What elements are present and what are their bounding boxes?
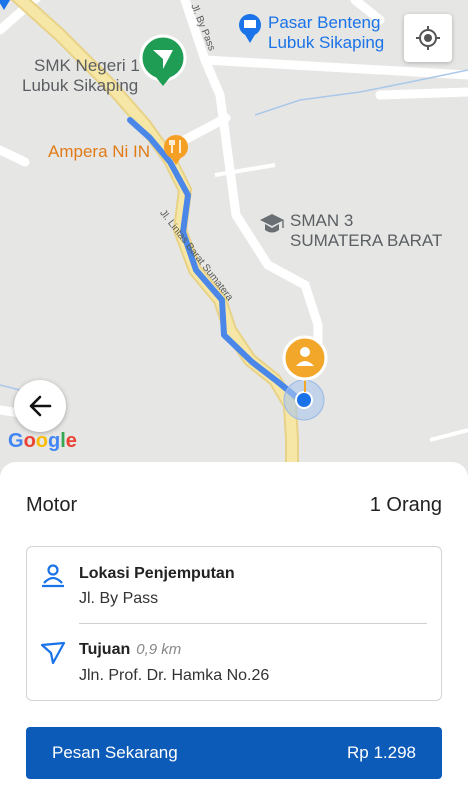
navigation-icon [40, 641, 66, 665]
destination-distance: 0,9 km [136, 641, 182, 658]
destination-address[interactable]: Jln. Prof. Dr. Hamka No.26 [79, 667, 269, 685]
poi-sman-3-area: SUMATERA BARAT [290, 231, 443, 250]
vehicle-row: Motor 1 Orang [26, 494, 442, 517]
poi-pasar-benteng[interactable]: Pasar Benteng Lubuk Sikaping [268, 13, 384, 53]
destination-heading: Tujuan 0,9 km [79, 641, 181, 659]
order-price: Rp 1.298 [347, 743, 416, 762]
pickup-address[interactable]: Jl. By Pass [79, 590, 158, 608]
arrow-left-icon [29, 395, 52, 417]
google-logo: Google [8, 430, 77, 452]
poi-sman-3-name: SMAN 3 [290, 211, 354, 230]
poi-sman-3[interactable]: SMAN 3 SUMATERA BARAT [290, 211, 442, 251]
my-location-button[interactable] [404, 14, 452, 62]
map-view[interactable]: SMK Negeri 1 Lubuk Sikaping Ampera Ni IN… [0, 0, 468, 480]
my-location-icon [416, 26, 440, 50]
poi-smk-negeri-name: SMK Negeri 1 [34, 56, 140, 75]
pickup-title: Lokasi Penjemputan [79, 565, 235, 582]
person-pin-icon [42, 564, 64, 588]
route-card: Lokasi Penjemputan Jl. By Pass Tujuan 0,9… [26, 546, 442, 701]
poi-ampera[interactable]: Ampera Ni IN [48, 142, 150, 162]
card-divider [79, 623, 427, 624]
booking-sheet: Motor 1 Orang Lokasi Penjemputan Jl. By … [0, 462, 468, 800]
order-button-label: Pesan Sekarang [52, 743, 178, 762]
passenger-count: 1 Orang [369, 494, 442, 516]
vehicle-type: Motor [26, 494, 78, 516]
back-button[interactable] [14, 380, 66, 432]
destination-title: Tujuan [79, 641, 131, 658]
order-now-button[interactable]: Pesan Sekarang Rp 1.298 [26, 727, 442, 779]
poi-smk-negeri[interactable]: SMK Negeri 1 Lubuk Sikaping [22, 56, 140, 96]
poi-pasar-benteng-name: Pasar Benteng [268, 13, 381, 32]
poi-pasar-benteng-area: Lubuk Sikaping [268, 33, 385, 52]
poi-smk-negeri-area: Lubuk Sikaping [22, 76, 139, 95]
